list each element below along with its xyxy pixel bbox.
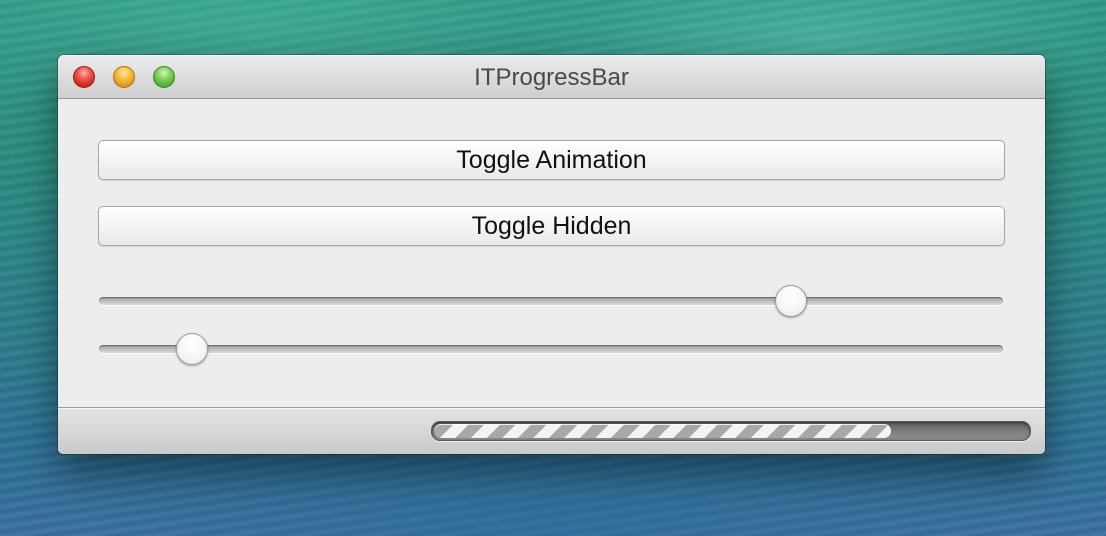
toggle-hidden-button[interactable]: Toggle Hidden: [98, 206, 1005, 246]
progress-fill: [434, 424, 891, 438]
window-content: Toggle Animation Toggle Hidden: [58, 99, 1045, 407]
slider-track[interactable]: [99, 345, 1003, 353]
toggle-animation-button[interactable]: Toggle Animation: [98, 140, 1005, 180]
app-window: ITProgressBar Toggle Animation Toggle Hi…: [58, 55, 1045, 454]
title-bar[interactable]: ITProgressBar: [58, 55, 1045, 99]
slider-knob[interactable]: [774, 285, 807, 317]
window-title: ITProgressBar: [474, 64, 629, 91]
progress-bar: [431, 421, 1031, 441]
slider-top[interactable]: [99, 285, 1003, 319]
slider-bottom[interactable]: [99, 333, 1003, 367]
slider-track[interactable]: [99, 297, 1003, 305]
bottom-bar: [58, 407, 1045, 454]
slider-knob[interactable]: [176, 333, 209, 365]
